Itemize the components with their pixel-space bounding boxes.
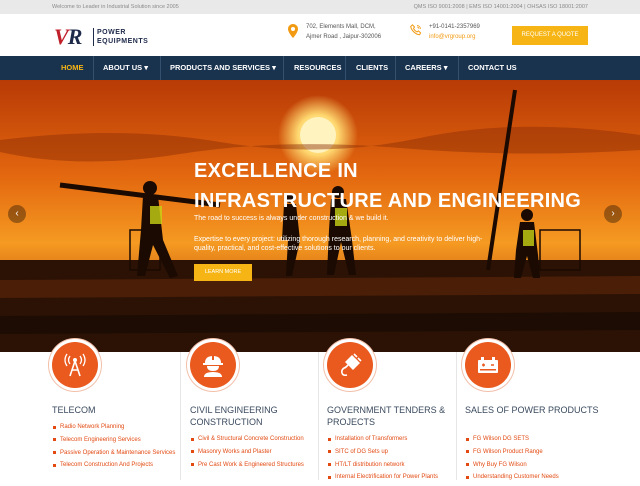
service-icon-circle[interactable]	[327, 342, 373, 388]
radio-tower-icon	[64, 353, 86, 377]
site-header: VR POWER EQUIPMENTS 702, Elements Mall, …	[0, 14, 640, 56]
nav-products-services[interactable]: PRODUCTS AND SERVICES ▾	[170, 56, 276, 80]
service-title: SALES OF POWER PRODUCTS	[465, 405, 599, 415]
service-links: FG Wilson DG SETS FG Wilson Product Rang…	[465, 435, 601, 486]
address-line-2: Ajmer Road , Jaipur-302006	[306, 34, 382, 40]
logo-divider	[93, 28, 94, 46]
service-title: TELECOM	[52, 405, 96, 415]
nav-contact-us[interactable]: CONTACT US	[468, 56, 517, 80]
main-navigation: HOME ABOUT US ▾ PRODUCTS AND SERVICES ▾ …	[0, 56, 640, 80]
service-icon-circle[interactable]	[52, 342, 98, 388]
contact-block: +91-0141-2357969 info@vrgroup.org	[410, 22, 500, 48]
logo-mark: VR	[54, 24, 82, 49]
service-icon-circle[interactable]	[190, 342, 236, 388]
certifications-text: QMS ISO 9001:2008 | EMS ISO 14001:2004 |…	[413, 4, 588, 10]
service-links: Installation of Transformers SITC of DG …	[327, 435, 463, 486]
service-link[interactable]: Radio Network Planning	[52, 423, 188, 431]
location-pin-icon	[288, 24, 298, 38]
service-link[interactable]: Installation of Transformers	[327, 435, 463, 443]
service-title: CIVIL ENGINEERING CONSTRUCTION	[190, 405, 278, 427]
service-telecom: TELECOM Radio Network Planning Telecom E…	[52, 342, 190, 480]
engineer-helmet-icon	[203, 355, 223, 377]
service-title: GOVERNMENT TENDERS & PROJECTS	[327, 405, 446, 427]
service-links: Radio Network Planning Telecom Engineeri…	[52, 423, 188, 474]
address-block: 702, Elements Mall, DCM, Ajmer Road , Ja…	[288, 22, 398, 48]
request-quote-button[interactable]: REQUEST A QUOTE	[512, 26, 588, 45]
nav-careers[interactable]: CAREERS ▾	[405, 56, 448, 80]
service-link[interactable]: Telecom Construction And Projects	[52, 461, 188, 469]
hero-title-line-2: INFRASTRUCTURE AND ENGINEERING	[194, 190, 582, 212]
hero-paragraph: Expertise to every project: utilizing th…	[194, 236, 483, 252]
top-info-bar: Welcome to Leader in Industrial Solution…	[0, 0, 640, 14]
service-icon-circle[interactable]	[465, 342, 511, 388]
nav-clients[interactable]: CLIENTS	[356, 56, 388, 80]
logo-line-1: POWER	[97, 29, 126, 36]
nav-separator	[458, 56, 459, 80]
services-section: TELECOM Radio Network Planning Telecom E…	[0, 342, 640, 480]
phone-icon	[410, 24, 422, 36]
service-link[interactable]: HT/LT distribution network	[327, 461, 463, 469]
service-link[interactable]: FG Wilson DG SETS	[465, 435, 601, 443]
email-link[interactable]: info@vrgroup.org	[429, 34, 475, 40]
hero-title-line-1: EXCELLENCE IN	[194, 160, 358, 182]
address-line-1: 702, Elements Mall, DCM,	[306, 24, 376, 30]
service-link[interactable]: Pre Cast Work & Engineered Structures	[190, 461, 326, 469]
logo-line-2: EQUIPMENTS	[97, 38, 149, 45]
electric-plug-icon	[341, 353, 362, 377]
generator-icon	[478, 357, 498, 373]
service-link[interactable]: Masonry Works and Plaster	[190, 448, 326, 456]
service-links: Civil & Structural Concrete Construction…	[190, 435, 326, 473]
nav-separator	[395, 56, 396, 80]
vr-power-logo[interactable]: VR POWER EQUIPMENTS	[54, 26, 154, 48]
nav-separator	[93, 56, 94, 80]
nav-separator	[160, 56, 161, 80]
welcome-text: Welcome to Leader in Industrial Solution…	[52, 4, 179, 10]
service-link[interactable]: Internal Electrification for Power Plant…	[327, 473, 463, 481]
service-link[interactable]: Civil & Structural Concrete Construction	[190, 435, 326, 443]
service-link[interactable]: Telecom Engineering Services	[52, 436, 188, 444]
hero-subtitle: The road to success is always under cons…	[194, 215, 389, 222]
slider-prev-button[interactable]: ‹	[8, 205, 26, 223]
nav-separator	[283, 56, 284, 80]
service-link[interactable]: SITC of DG Sets up	[327, 448, 463, 456]
service-link[interactable]: Understanding Customer Needs	[465, 473, 601, 481]
service-government-tenders: GOVERNMENT TENDERS & PROJECTS Installati…	[327, 342, 465, 480]
nav-separator	[345, 56, 346, 80]
service-power-products: SALES OF POWER PRODUCTS FG Wilson DG SET…	[465, 342, 603, 480]
service-civil-engineering: CIVIL ENGINEERING CONSTRUCTION Civil & S…	[190, 342, 328, 480]
slider-next-button[interactable]: ›	[604, 205, 622, 223]
hero-slider: EXCELLENCE IN INFRASTRUCTURE AND ENGINEE…	[0, 80, 640, 352]
service-link[interactable]: Why Buy FG Wilson	[465, 461, 601, 469]
service-link[interactable]: Passive Operation & Maintenance Services	[52, 449, 188, 457]
nav-resources[interactable]: RESOURCES	[294, 56, 342, 80]
nav-home[interactable]: HOME	[61, 56, 84, 80]
learn-more-button[interactable]: LEARN MORE	[194, 264, 252, 281]
service-link[interactable]: FG Wilson Product Range	[465, 448, 601, 456]
nav-about-us[interactable]: ABOUT US ▾	[103, 56, 148, 80]
phone-number[interactable]: +91-0141-2357969	[429, 24, 480, 30]
